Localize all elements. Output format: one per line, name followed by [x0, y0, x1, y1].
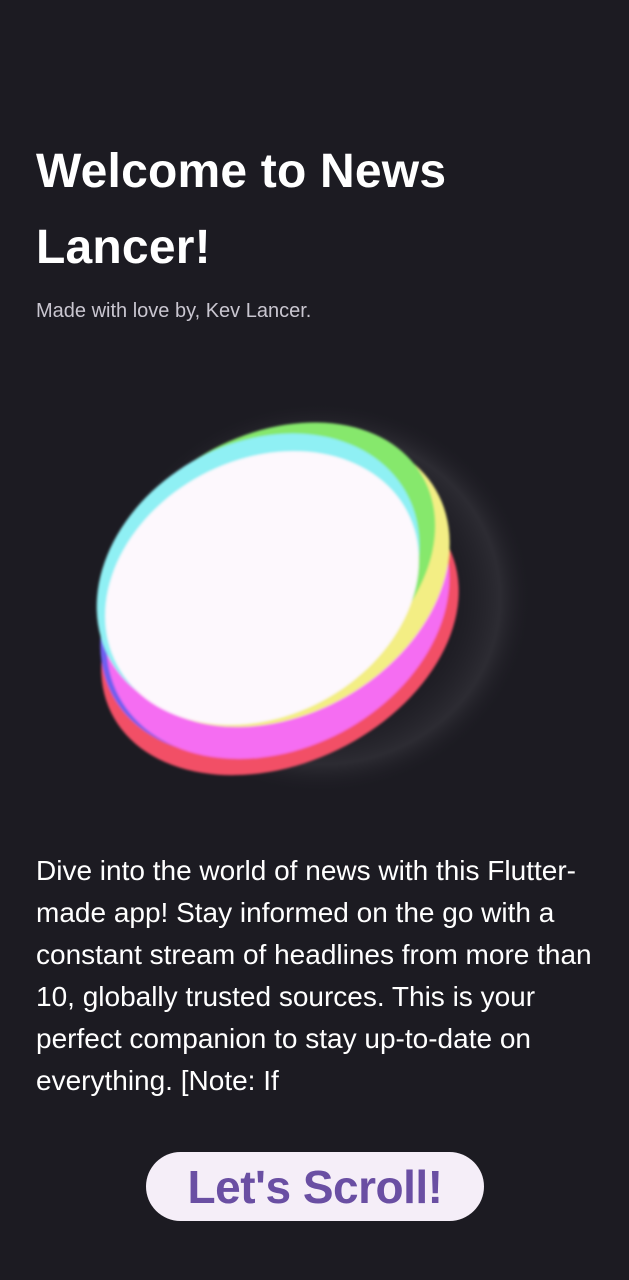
welcome-screen: Welcome to News Lancer! Made with love b…: [0, 0, 629, 1280]
gradient-orb-icon: [96, 402, 532, 794]
author-credit: Made with love by, Kev Lancer.: [36, 300, 312, 322]
lets-scroll-button[interactable]: Let's Scroll!: [146, 1152, 484, 1221]
app-description: Dive into the world of news with this Fl…: [36, 855, 592, 1096]
orb-illustration: [70, 380, 540, 810]
page-title: Welcome to News Lancer!: [36, 145, 447, 274]
